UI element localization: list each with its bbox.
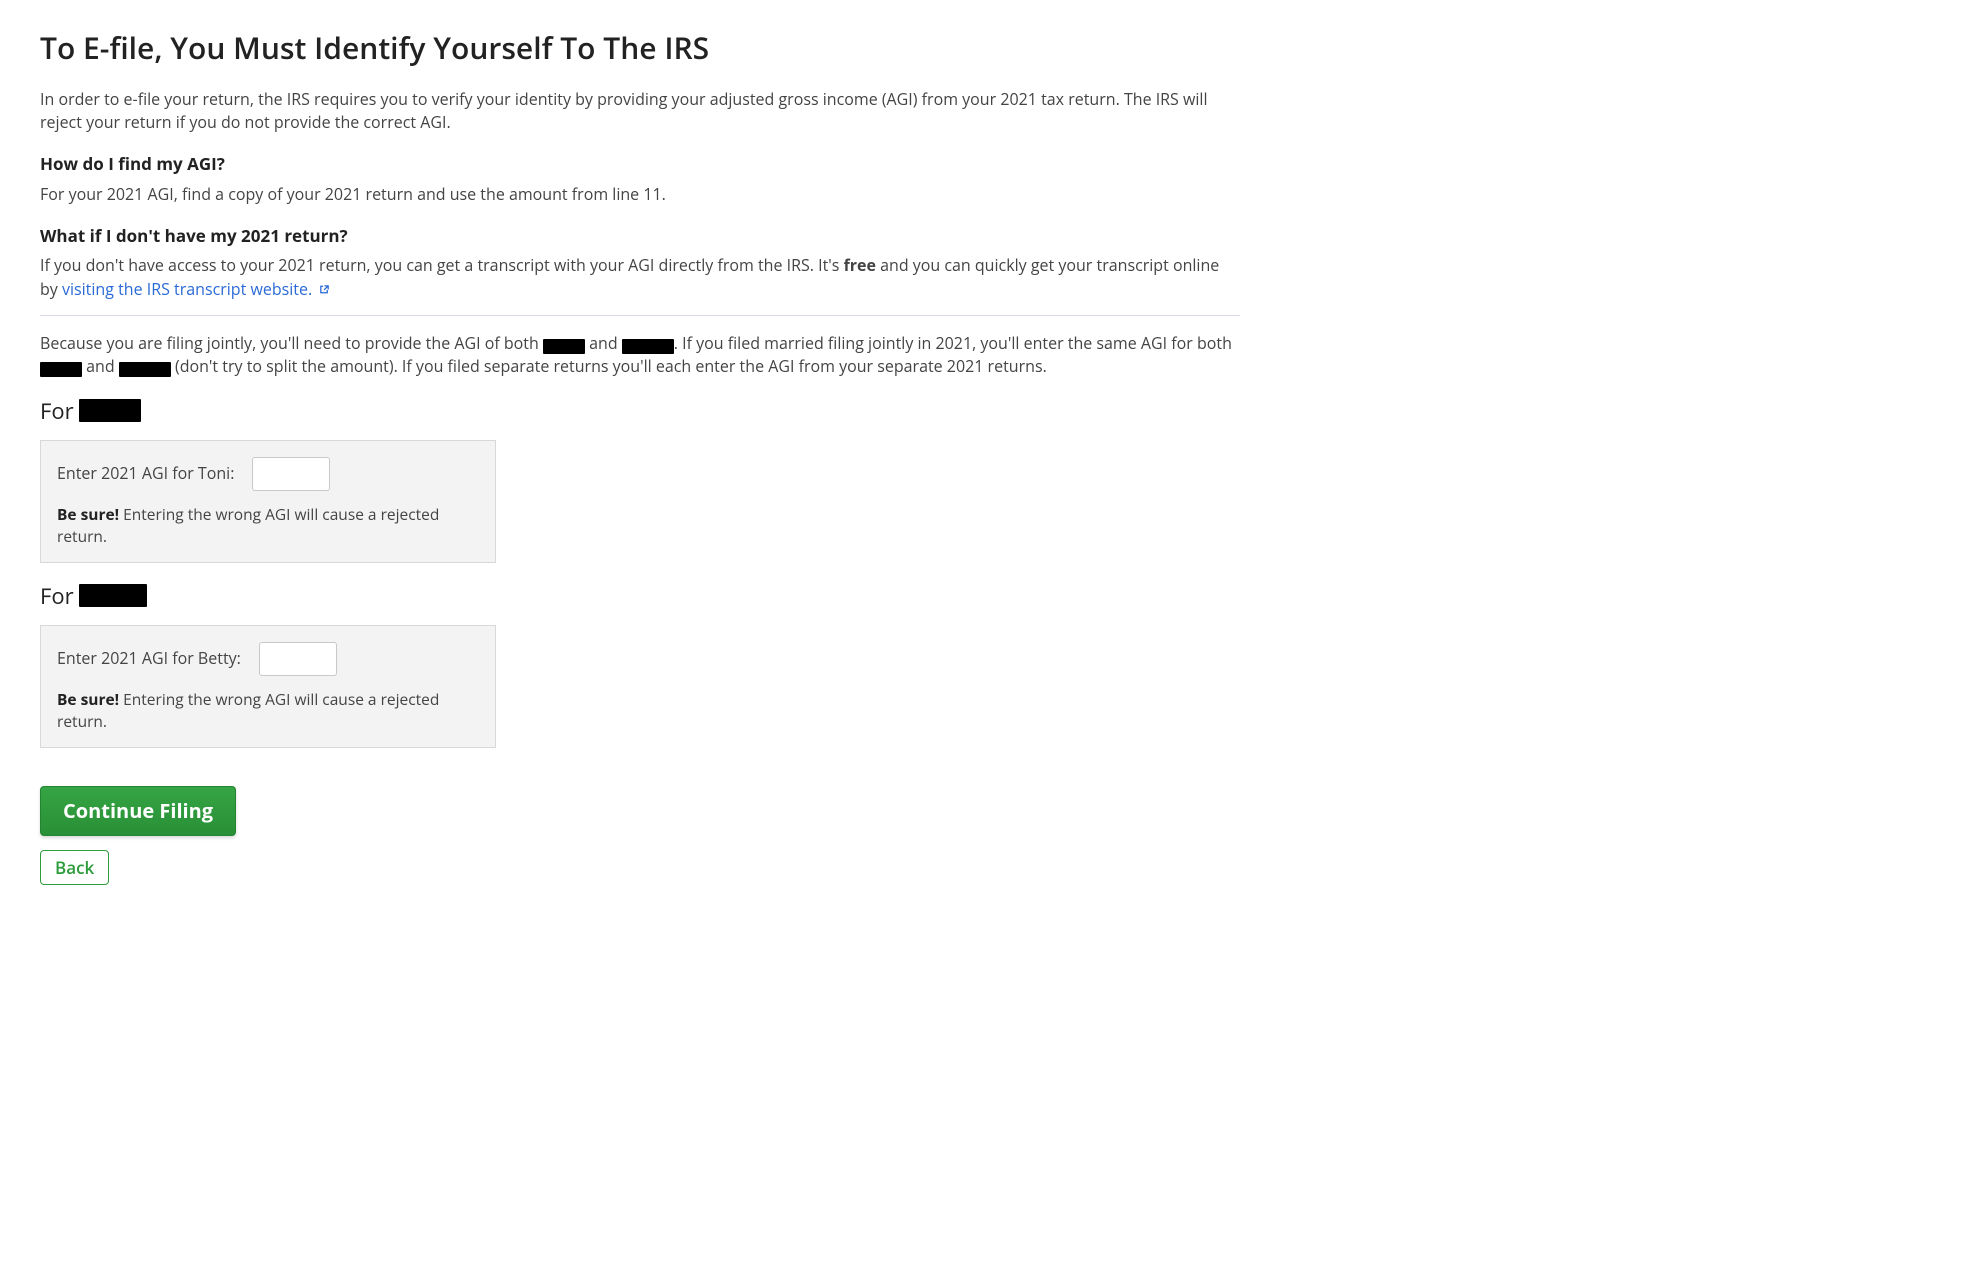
person1-heading: For [40, 396, 1240, 428]
external-link-icon [319, 278, 330, 301]
warn-bold: Be sure! [57, 688, 119, 710]
joint-seg-3: . If you filed married filing jointly in… [674, 332, 1232, 354]
redacted-name [79, 399, 141, 422]
no-return-prefix: If you don't have access to your 2021 re… [40, 254, 844, 276]
person2-panel: Enter 2021 AGI for Betty: Be sure! Enter… [40, 625, 496, 748]
joint-seg-2: and [585, 332, 622, 354]
back-button[interactable]: Back [40, 850, 109, 885]
redacted-name [79, 584, 147, 607]
continue-filing-button[interactable]: Continue Filing [40, 786, 236, 836]
free-bold: free [844, 254, 876, 276]
person2-heading: For [40, 581, 1240, 613]
person2-warning: Be sure! Entering the wrong AGI will cau… [57, 688, 479, 733]
intro-text: In order to e-file your return, the IRS … [40, 88, 1240, 134]
person2-agi-label: Enter 2021 AGI for Betty: [57, 647, 241, 670]
person1-warning: Be sure! Entering the wrong AGI will cau… [57, 503, 479, 548]
irs-transcript-link-text: visiting the IRS transcript website. [62, 278, 312, 300]
find-agi-body: For your 2021 AGI, find a copy of your 2… [40, 183, 1240, 206]
find-agi-heading: How do I find my AGI? [40, 152, 1240, 177]
no-return-body: If you don't have access to your 2021 re… [40, 254, 1240, 300]
irs-transcript-link[interactable]: visiting the IRS transcript website. [62, 278, 330, 300]
redacted-name [119, 362, 171, 377]
joint-seg-5: (don't try to split the amount). If you … [171, 355, 1047, 377]
divider [40, 315, 1240, 316]
redacted-name [40, 362, 82, 377]
redacted-name [622, 339, 674, 354]
warn-bold: Be sure! [57, 503, 119, 525]
person2-agi-input[interactable] [259, 642, 337, 676]
person1-agi-input[interactable] [252, 457, 330, 491]
person1-panel: Enter 2021 AGI for Toni: Be sure! Enteri… [40, 440, 496, 563]
redacted-name [543, 339, 585, 354]
for-label: For [40, 581, 74, 611]
page-title: To E-file, You Must Identify Yourself To… [40, 26, 1240, 70]
joint-seg-4: and [82, 355, 119, 377]
no-return-heading: What if I don't have my 2021 return? [40, 224, 1240, 249]
for-label: For [40, 396, 74, 426]
person1-agi-label: Enter 2021 AGI for Toni: [57, 462, 234, 485]
joint-filing-text: Because you are filing jointly, you'll n… [40, 332, 1240, 378]
joint-seg-1: Because you are filing jointly, you'll n… [40, 332, 543, 354]
